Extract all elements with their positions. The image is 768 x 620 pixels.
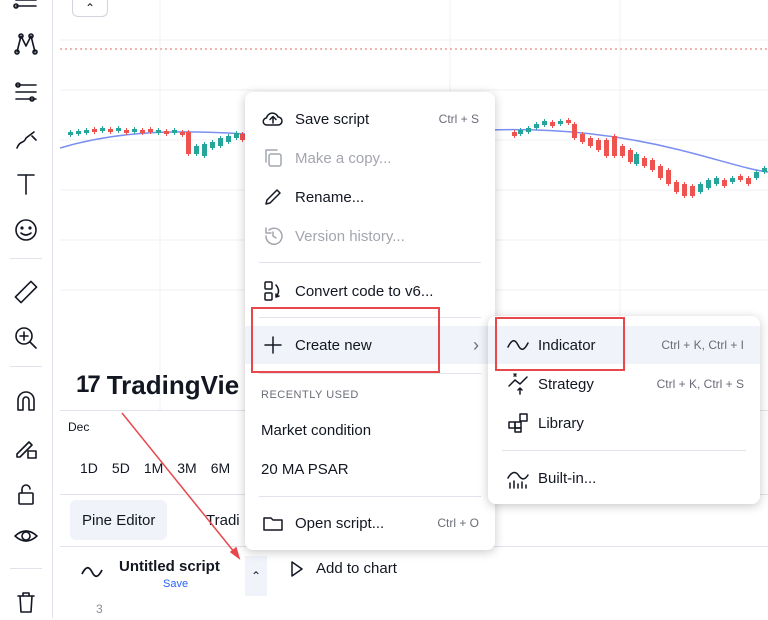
- submenu-divider: [502, 450, 746, 451]
- submenu-item-built-in[interactable]: Built-in...: [488, 459, 760, 497]
- menu-item-label: Version history...: [295, 227, 405, 245]
- menu-item-label: Open script...: [295, 514, 385, 532]
- builtin-icon: [506, 466, 530, 490]
- highlight-create-new: [251, 307, 440, 373]
- convert-icon: [261, 279, 285, 303]
- recent-item-label: Market condition: [261, 421, 372, 439]
- strategy-icon: [506, 372, 530, 396]
- menu-item-version-history: Version history...: [245, 217, 495, 255]
- recent-item-label: 20 MA PSAR: [261, 460, 349, 478]
- chevron-right-icon: ›: [473, 334, 479, 355]
- submenu-item-shortcut: Ctrl + K, Ctrl + I: [661, 338, 744, 352]
- recently-used-header: RECENTLY USED: [261, 389, 359, 401]
- menu-item-label: Make a copy...: [295, 149, 392, 167]
- menu-divider: [259, 262, 481, 263]
- recent-item[interactable]: Market condition: [245, 411, 495, 449]
- menu-item-shortcut: Ctrl + O: [437, 516, 479, 530]
- menu-item-rename[interactable]: Rename...: [245, 178, 495, 216]
- highlight-indicator: [495, 317, 625, 371]
- library-icon: [506, 411, 530, 435]
- submenu-item-label: Built-in...: [538, 469, 597, 487]
- menu-item-convert-code[interactable]: Convert code to v6...: [245, 272, 495, 310]
- cloud-upload-icon: [261, 107, 285, 131]
- history-icon: [261, 224, 285, 248]
- menu-item-shortcut: Ctrl + S: [438, 112, 479, 126]
- menu-item-label: Save script: [295, 110, 370, 128]
- menu-divider: [259, 373, 481, 374]
- submenu-item-library[interactable]: Library: [488, 404, 760, 442]
- menu-item-make-copy: Make a copy...: [245, 139, 495, 177]
- submenu-item-label: Strategy: [538, 375, 594, 393]
- submenu-item-label: Library: [538, 414, 584, 432]
- folder-icon: [261, 511, 285, 535]
- menu-divider: [259, 496, 481, 497]
- menu-item-label: Rename...: [295, 188, 365, 206]
- menu-item-save-script[interactable]: Save script Ctrl + S: [245, 100, 495, 138]
- menu-item-open-script[interactable]: Open script... Ctrl + O: [245, 504, 495, 542]
- copy-icon: [261, 146, 285, 170]
- pencil-icon: [261, 185, 285, 209]
- submenu-item-shortcut: Ctrl + K, Ctrl + S: [656, 377, 744, 391]
- menu-item-label: Convert code to v6...: [295, 282, 434, 300]
- recent-item[interactable]: 20 MA PSAR: [245, 450, 495, 488]
